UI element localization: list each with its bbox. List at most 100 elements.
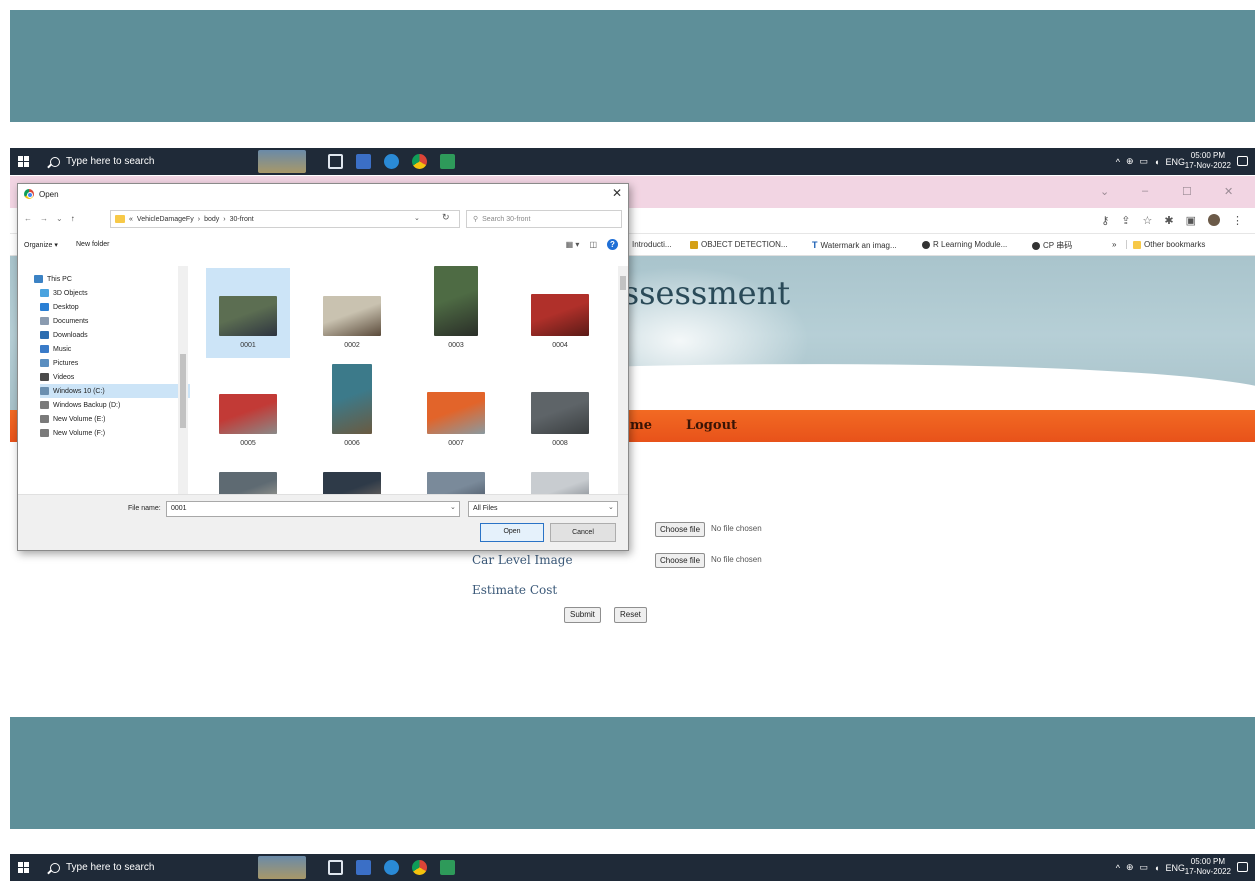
close-icon[interactable]: ✕ — [1224, 185, 1233, 198]
forward-arrow-icon[interactable]: → — [40, 214, 48, 223]
tree-item[interactable]: Pictures — [40, 356, 190, 370]
chrome-taskbar-icon[interactable] — [412, 154, 427, 169]
submit-button[interactable]: Submit — [564, 607, 601, 623]
file-type-select[interactable]: All Files — [468, 501, 618, 517]
network-icon[interactable]: ⊕ — [1126, 862, 1134, 873]
file-item[interactable]: 0008 — [518, 366, 602, 456]
tree-scrollbar[interactable] — [178, 266, 188, 494]
file-item[interactable]: 0007 — [414, 366, 498, 456]
news-widget-icon[interactable] — [258, 856, 306, 879]
path-breadcrumb[interactable]: « VehicleDamageFy › body › 30-front — [110, 210, 460, 228]
spreadsheet-icon[interactable] — [440, 154, 455, 169]
other-bookmarks[interactable]: Other bookmarks — [1126, 240, 1205, 249]
back-arrow-icon[interactable]: ← — [24, 214, 32, 223]
chevron-down-icon[interactable]: ⌄ — [608, 503, 614, 511]
breadcrumb-item[interactable]: body — [204, 216, 219, 223]
task-view-icon[interactable] — [328, 154, 343, 169]
bookmarks-more[interactable]: » — [1112, 240, 1116, 249]
close-icon[interactable]: ✕ — [612, 186, 622, 200]
clock[interactable]: 05:00 PM 17-Nov-2022 — [1185, 857, 1231, 877]
battery-icon[interactable]: ▭ — [1140, 862, 1149, 873]
file-item[interactable]: 0003 — [414, 266, 498, 358]
tree-item[interactable]: 3D Objects — [40, 286, 190, 300]
choose-file-button[interactable]: Choose file — [655, 553, 706, 568]
language-indicator[interactable]: ENG — [1165, 157, 1185, 167]
tree-item[interactable]: This PC — [34, 272, 184, 286]
bookmark-item[interactable]: T Watermark an imag... — [812, 240, 897, 250]
chevron-up-icon[interactable]: ^ — [1116, 157, 1120, 167]
new-folder-button[interactable]: New folder — [76, 241, 109, 248]
language-indicator[interactable]: ENG — [1165, 863, 1185, 873]
battery-icon[interactable]: ▭ — [1140, 156, 1149, 167]
maximize-icon[interactable]: ☐ — [1182, 185, 1192, 198]
notification-icon[interactable] — [1237, 156, 1248, 166]
file-item[interactable]: 0005 — [206, 366, 290, 456]
organize-button[interactable]: Organize ▾ — [24, 241, 58, 249]
chevron-down-icon[interactable]: ⌄ — [56, 214, 63, 223]
reset-button[interactable]: Reset — [614, 607, 647, 623]
taskbar-search[interactable]: Type here to search — [50, 858, 210, 877]
chevron-up-icon[interactable]: ^ — [1116, 863, 1120, 873]
up-arrow-icon[interactable]: ↑ — [71, 214, 75, 223]
chevron-down-icon[interactable]: ⌄ — [450, 503, 456, 511]
minimize-icon[interactable]: – — [1142, 185, 1148, 197]
nav-logout[interactable]: Logout — [686, 418, 737, 433]
clock[interactable]: 05:00 PM 17-Nov-2022 — [1185, 151, 1231, 171]
file-name-input[interactable]: 0001 — [166, 501, 460, 517]
volume-icon[interactable]: ◖ — [1154, 863, 1159, 873]
open-button[interactable]: Open — [480, 523, 544, 542]
teams-icon[interactable] — [384, 154, 399, 169]
key-icon[interactable]: ⚷ — [1101, 214, 1109, 227]
choose-file-button[interactable]: Choose file — [655, 522, 706, 537]
file-item[interactable]: 0004 — [518, 268, 602, 358]
file-item[interactable] — [310, 464, 394, 494]
tree-item[interactable]: Windows 10 (C:) — [40, 384, 190, 398]
system-tray[interactable]: ^ ⊕ ▭ ◖ ENG — [1116, 156, 1185, 167]
breadcrumb-item[interactable]: VehicleDamageFy — [137, 216, 194, 223]
volume-icon[interactable]: ◖ — [1154, 157, 1159, 167]
bookmark-item[interactable]: Introducti... — [632, 240, 672, 249]
extensions-icon[interactable]: ✱ — [1164, 214, 1173, 227]
notification-icon[interactable] — [1237, 862, 1248, 872]
app-icon[interactable] — [356, 860, 371, 875]
windows-start-icon[interactable] — [18, 156, 29, 167]
preview-pane-icon[interactable]: ◫ — [589, 240, 597, 249]
file-item[interactable]: 0001 — [206, 268, 290, 358]
bookmark-item[interactable]: OBJECT DETECTION... — [690, 240, 788, 249]
system-tray[interactable]: ^ ⊕ ▭ ◖ ENG — [1116, 862, 1185, 873]
refresh-icon[interactable]: ↻ — [442, 212, 450, 223]
news-widget-icon[interactable] — [258, 150, 306, 173]
menu-icon[interactable]: ⋮ — [1232, 214, 1243, 227]
share-icon[interactable]: ⇪ — [1121, 214, 1130, 227]
dialog-search-input[interactable]: ⚲ Search 30-front — [466, 210, 622, 228]
file-item[interactable] — [206, 464, 290, 494]
tab-search-icon[interactable]: ⌄ — [1100, 185, 1109, 198]
tree-item[interactable]: New Volume (F:) — [40, 426, 190, 440]
file-item[interactable]: 0006 — [310, 364, 394, 456]
path-dropdown-icon[interactable]: ⌄ — [414, 214, 420, 222]
avatar[interactable] — [1208, 214, 1220, 226]
breadcrumb-item[interactable]: 30-front — [230, 216, 254, 223]
file-item[interactable] — [414, 464, 498, 494]
app-icon[interactable] — [356, 154, 371, 169]
sidepanel-icon[interactable]: ▣ — [1186, 214, 1196, 227]
teams-icon[interactable] — [384, 860, 399, 875]
chrome-taskbar-icon[interactable] — [412, 860, 427, 875]
grid-scrollbar[interactable] — [618, 266, 628, 494]
tree-item[interactable]: New Volume (E:) — [40, 412, 190, 426]
tree-item[interactable]: Videos — [40, 370, 190, 384]
nav-home[interactable]: me — [630, 418, 652, 433]
view-options-icon[interactable]: ▦ ▾ — [566, 240, 580, 249]
taskbar-search[interactable]: Type here to search — [50, 152, 210, 171]
bookmark-item[interactable]: CP 串码 — [1032, 240, 1072, 251]
network-icon[interactable]: ⊕ — [1126, 156, 1134, 167]
tree-item[interactable]: Documents — [40, 314, 190, 328]
windows-start-icon[interactable] — [18, 862, 29, 873]
star-icon[interactable]: ☆ — [1143, 214, 1153, 227]
file-item[interactable] — [518, 464, 602, 494]
task-view-icon[interactable] — [328, 860, 343, 875]
help-icon[interactable]: ? — [607, 239, 618, 250]
tree-item[interactable]: Music — [40, 342, 190, 356]
cancel-button[interactable]: Cancel — [550, 523, 616, 542]
file-item[interactable]: 0002 — [310, 268, 394, 358]
